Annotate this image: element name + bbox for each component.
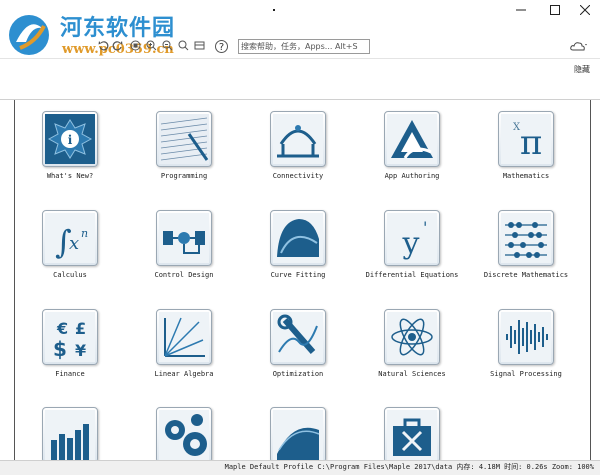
minimize-button[interactable] (504, 0, 538, 20)
tile-label: What's New? (46, 172, 94, 180)
help-button[interactable]: ? (215, 40, 228, 53)
tile-label: Linear Algebra (154, 370, 214, 378)
close-button[interactable] (568, 0, 600, 20)
svg-text:y: y (402, 226, 420, 261)
tile-curve-fitting[interactable]: Curve Fitting (238, 210, 358, 279)
tile-control-design[interactable]: Control Design (124, 210, 244, 279)
tile-linear-algebra[interactable]: Linear Algebra (124, 309, 244, 378)
maximize-button[interactable] (538, 0, 572, 20)
layout-icon[interactable] (194, 40, 205, 51)
tile-discrete-mathematics[interactable]: Discrete Mathematics (466, 210, 586, 279)
tile-tools[interactable] (352, 407, 472, 463)
svg-text:': ' (423, 218, 427, 237)
tile-app-authoring[interactable]: App Authoring (352, 111, 472, 180)
differential-equations-icon: y ' (384, 210, 440, 266)
toolbox-icon (384, 407, 440, 463)
search-input[interactable]: 搜索帮助，任务，Apps... Alt+S (238, 39, 370, 54)
tile-statistics[interactable] (10, 407, 130, 463)
tile-mathematics[interactable]: π X Mathematics (466, 111, 586, 180)
mathematics-icon: π X (498, 111, 554, 167)
svg-text:n: n (81, 227, 88, 240)
tile-optimization[interactable]: Optimization (238, 309, 358, 378)
close-icon (580, 5, 590, 15)
calculus-icon: ∫ x n (42, 210, 98, 266)
site-watermark: 河东软件园 www.pc0359.cn (2, 4, 202, 64)
maximize-icon (550, 5, 560, 15)
right-scroll-border (590, 100, 591, 460)
tile-label: Finance (55, 370, 85, 378)
redo-icon[interactable] (112, 40, 123, 51)
cloud-icon[interactable] (570, 40, 588, 52)
tile-whats-new[interactable]: i What's New? (10, 111, 130, 180)
tile-label: Natural Sciences (378, 370, 446, 378)
tile-label: Discrete Mathematics (483, 271, 569, 279)
curve-fitting-icon (270, 210, 326, 266)
tile-engineering[interactable] (124, 407, 244, 463)
gears-icon (156, 407, 212, 463)
tile-label: Curve Fitting (270, 271, 326, 279)
finance-icon: € £ $ ¥ (42, 309, 98, 365)
svg-text:X: X (513, 122, 521, 133)
svg-text:€: € (56, 319, 68, 338)
tile-label: Signal Processing (490, 370, 562, 378)
tile-signal-processing[interactable]: Signal Processing (466, 309, 586, 378)
tile-calculus[interactable]: ∫ x n Calculus (10, 210, 130, 279)
optimization-icon (270, 309, 326, 365)
svg-text:£: £ (75, 319, 86, 338)
hide-panel-link[interactable]: 隐藏 (574, 64, 590, 75)
tile-surface[interactable] (238, 407, 358, 463)
tile-label: Programming (160, 172, 208, 180)
svg-text:$: $ (53, 337, 67, 361)
stop-icon[interactable] (130, 40, 141, 51)
tile-label: Control Design (154, 271, 214, 279)
connectivity-icon (270, 111, 326, 167)
status-text: Maple Default Profile C:\Program Files\M… (224, 463, 594, 471)
status-bar: Maple Default Profile C:\Program Files\M… (0, 460, 600, 475)
tile-finance[interactable]: € £ $ ¥ Finance (10, 309, 130, 378)
surface-plot-icon (270, 407, 326, 463)
zoom-in-icon[interactable] (146, 40, 157, 51)
whats-new-icon: i (42, 111, 98, 167)
tile-label: Connectivity (272, 172, 324, 180)
svg-text:π: π (520, 123, 542, 163)
toolbar-divider (0, 58, 600, 59)
tile-natural-sciences[interactable]: Natural Sciences (352, 309, 472, 378)
tile-differential-equations[interactable]: y ' Differential Equations (352, 210, 472, 279)
minimize-icon (516, 9, 526, 11)
tile-label: Mathematics (502, 172, 550, 180)
zoom-reset-icon[interactable] (178, 40, 189, 51)
svg-text:¥: ¥ (75, 341, 86, 360)
control-design-icon (156, 210, 212, 266)
watermark-site-name: 河东软件园 (60, 15, 176, 41)
natural-sciences-icon (384, 309, 440, 365)
linear-algebra-icon (156, 309, 212, 365)
tile-label: Calculus (53, 271, 87, 279)
svg-text:i: i (68, 133, 73, 147)
tile-label: Optimization (272, 370, 324, 378)
tile-label: App Authoring (384, 172, 440, 180)
svg-text:x: x (69, 233, 79, 254)
app-authoring-icon (384, 111, 440, 167)
tile-label: Differential Equations (365, 271, 459, 279)
discrete-mathematics-icon (498, 210, 554, 266)
title-dot (273, 9, 275, 11)
signal-processing-icon (498, 309, 554, 365)
bar-chart-icon (42, 407, 98, 463)
tile-programming[interactable]: Programming (124, 111, 244, 180)
watermark-logo-icon (9, 15, 49, 55)
programming-icon (156, 111, 212, 167)
undo-icon[interactable] (98, 40, 109, 51)
tile-connectivity[interactable]: Connectivity (238, 111, 358, 180)
zoom-out-icon[interactable] (162, 40, 173, 51)
